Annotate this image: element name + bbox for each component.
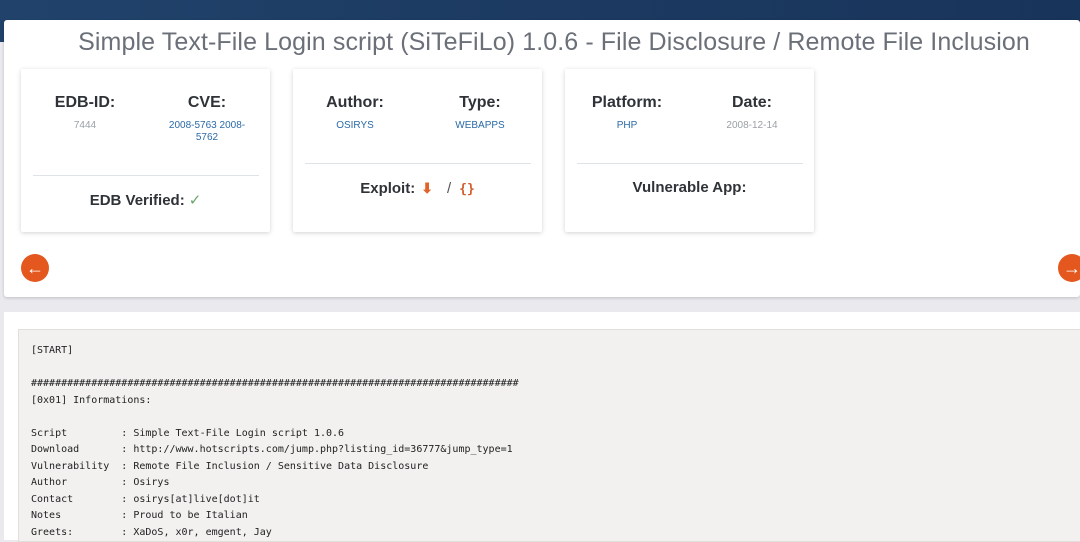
exploit-code-section: [START] ################################… [4,312,1080,542]
download-icon[interactable]: ⬇ [421,180,433,196]
info-card-author: Author: OSIRYS Type: WEBAPPS Exploit: ⬇ / {… [293,69,542,232]
vulnerable-app-label: Vulnerable App: [632,179,747,196]
cve-label: CVE: [187,94,227,111]
type-label: Type: [459,94,501,111]
author-link[interactable]: OSIRYS [295,120,415,132]
edb-id-field: EDB-ID: 7444 [25,94,145,132]
exploit-label: Exploit: [360,180,416,197]
type-field: Type: WEBAPPS [420,94,540,132]
platform-label: Platform: [591,94,663,111]
check-icon: ✓ [188,192,202,209]
code-line: Greets: : XaDoS, x0r, emgent, Jay [31,526,272,538]
exploit-summary-card: Simple Text-File Login script (SiTeFiLo)… [4,20,1080,297]
arrow-left-icon[interactable]: ← [21,254,49,282]
author-label: Author: [326,94,384,111]
cve-link[interactable]: 2008-5763 2008-5762 [163,120,251,144]
card-divider [33,175,259,176]
code-line: Contact : osirys[at]live[dot]it [31,493,260,505]
view-code-icon[interactable]: {} [459,182,475,197]
code-line: Vulnerability : Remote File Inclusion / … [31,460,429,472]
exploit-code-text: [START] ################################… [19,330,1080,541]
code-line: Notes : Proud to be Italian [31,510,248,521]
platform-field: Platform: PHP [567,94,687,132]
date-label: Date: [731,94,772,111]
edb-verified: EDB Verified: ✓ [21,191,270,209]
code-line: Author : Osirys [31,477,170,488]
edb-id-label: EDB-ID: [54,94,116,111]
info-card-platform: Platform: PHP Date: 2008-12-14 Vulnerabl… [565,69,814,232]
edb-verified-label: EDB Verified: [89,192,185,209]
date-field: Date: 2008-12-14 [692,94,812,132]
code-line: ########################################… [31,378,519,389]
code-line: Download : http://www.hotscripts.com/jum… [31,444,513,455]
code-line: [START] [31,345,74,356]
arrow-right-icon[interactable]: → [1058,254,1080,282]
code-line: Script : Simple Text-File Login script 1… [31,427,345,439]
page-title: Simple Text-File Login script (SiTeFiLo)… [78,28,1030,56]
edb-id-value: 7444 [73,120,97,131]
card-divider [305,163,531,164]
type-link[interactable]: WEBAPPS [420,120,540,132]
code-line: [0x01] Informations: [31,394,152,406]
cve-field: CVE: 2008-5763 2008-5762 [147,94,267,144]
exploit-row: Exploit: ⬇ / {} [293,180,542,197]
platform-link[interactable]: PHP [567,120,687,132]
author-field: Author: OSIRYS [295,94,415,132]
card-divider [577,163,803,164]
exploit-separator: / [446,180,452,197]
info-card-ids: EDB-ID: 7444 CVE: 2008-5763 2008-5762 ED… [21,69,270,232]
date-value: 2008-12-14 [726,120,778,131]
code-block: [START] ################################… [18,329,1080,542]
